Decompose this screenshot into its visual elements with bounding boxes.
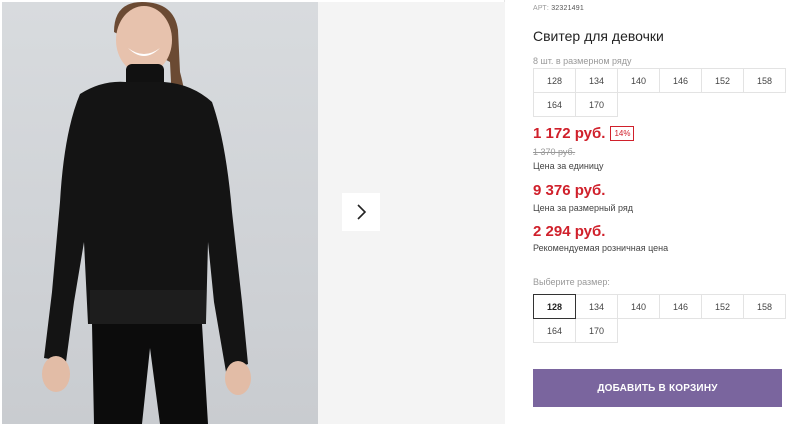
pack-size-cell: 140 bbox=[617, 68, 660, 93]
pack-size-cell: 164 bbox=[533, 92, 576, 117]
article-number: АРТ: 32321491 bbox=[533, 5, 584, 12]
size-option[interactable]: 164 bbox=[533, 318, 576, 343]
add-to-cart-button[interactable]: ДОБАВИТЬ В КОРЗИНУ bbox=[533, 369, 782, 407]
size-option[interactable]: 140 bbox=[617, 294, 660, 319]
size-option[interactable]: 170 bbox=[575, 318, 618, 343]
pack-price-caption: Цена за размерный ряд bbox=[533, 203, 634, 213]
unit-price-caption: Цена за единицу bbox=[533, 161, 604, 171]
pack-price: 9 376 руб. bbox=[533, 182, 606, 199]
pack-size-grid: 128 134 140 146 152 158 164 170 bbox=[533, 68, 786, 117]
pack-size-cell: 146 bbox=[659, 68, 702, 93]
product-gallery bbox=[0, 0, 505, 424]
size-selector: 128 134 140 146 152 158 164 170 bbox=[533, 294, 786, 343]
pack-size-cell: 128 bbox=[533, 68, 576, 93]
size-option[interactable]: 158 bbox=[743, 294, 786, 319]
size-option[interactable]: 146 bbox=[659, 294, 702, 319]
product-title: Свитер для девочки bbox=[533, 28, 664, 44]
retail-price-caption: Рекомендуемая розничная цена bbox=[533, 243, 669, 253]
article-label: АРТ: bbox=[533, 5, 550, 12]
unit-price-row: 1 172 руб. 14% bbox=[533, 125, 635, 142]
choose-size-label: Выберите размер: bbox=[533, 277, 610, 287]
discount-badge: 14% bbox=[610, 126, 635, 141]
product-photo[interactable] bbox=[2, 2, 318, 424]
retail-price: 2 294 руб. bbox=[533, 223, 606, 240]
pack-size-cell: 158 bbox=[743, 68, 786, 93]
size-option[interactable]: 152 bbox=[701, 294, 744, 319]
next-image-button[interactable] bbox=[342, 193, 380, 231]
size-option[interactable]: 134 bbox=[575, 294, 618, 319]
chevron-right-icon bbox=[357, 204, 367, 220]
pack-size-cell: 170 bbox=[575, 92, 618, 117]
old-price: 1 370 руб. bbox=[533, 147, 576, 157]
size-option-selected[interactable]: 128 bbox=[533, 294, 576, 319]
pack-size-cell: 152 bbox=[701, 68, 744, 93]
pack-size-cell: 134 bbox=[575, 68, 618, 93]
pack-size-label: 8 шт. в размерном ряду bbox=[533, 56, 632, 66]
unit-price: 1 172 руб. bbox=[533, 125, 606, 142]
girl-in-black-sweater-image bbox=[42, 2, 251, 424]
article-code: 32321491 bbox=[551, 5, 584, 12]
